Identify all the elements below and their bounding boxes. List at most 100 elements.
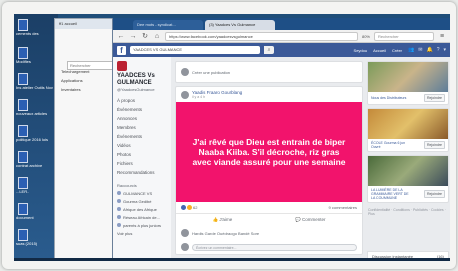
desktop-icon[interactable]: document [16,202,56,228]
post-time: il y a 4 h [192,95,206,99]
page-title[interactable]: YAADCES Vs GULMANCE [117,73,167,87]
home-link[interactable]: Accueil [373,48,386,53]
haha-reaction-icon [187,205,192,210]
shortcut-item[interactable]: Gourma Gedibé [117,197,167,205]
page-menu-item[interactable]: Fichiers [117,159,167,168]
page-menu: À propos Évènements Annonces Membres Évé… [117,96,167,177]
document-icon [18,125,28,137]
page-menu-item[interactable]: À propos [117,96,167,105]
footer-links[interactable]: Confidentialité · Conditions · Publicité… [367,206,449,218]
forward-icon[interactable]: → [129,33,137,40]
reload-icon[interactable]: ↻ [141,32,149,40]
comments-count[interactable]: 9 commentaires [329,205,357,210]
page-menu-item[interactable]: Membres [117,123,167,132]
desktop-icon[interactable]: Modifies [16,46,56,72]
see-more-label: Voir plus [117,230,133,236]
navigation-bar: ← → ↻ ⌂ https://www.facebook.com/yaadces… [113,30,450,43]
group-icon [117,199,121,203]
create-link[interactable]: Créer [392,48,402,53]
comment-label: Commenter [302,217,326,222]
desktop-icon-label: document [16,215,34,220]
like-label: J'aime [219,217,233,222]
suggestion-card: LA LUMIÈRE DE LA GRAMMAIRE VERT DE LA CO… [367,155,449,203]
suggestion-image[interactable] [368,109,448,139]
post-text: J'ai rêvé que Dieu est entrain de biper … [192,137,346,167]
desktop-icon[interactable]: contrat archive [16,150,56,176]
page-menu-item[interactable]: Vidéos [117,141,167,150]
page-menu-item[interactable]: Annonces [117,114,167,123]
comment-button[interactable]: 💬 Commenter [295,217,325,223]
chevron-down-icon[interactable]: ▾ [443,47,446,53]
suggestion-name[interactable]: LA LUMIÈRE DE LA GRAMMAIRE VERT DE LA CO… [371,188,413,200]
document-icon [18,47,28,59]
facebook-logo[interactable]: f [117,45,126,55]
shortcut-item[interactable]: Réseau Africain de... [117,213,167,221]
url-bar[interactable]: https://www.facebook.com/yaadcesvsgulman… [165,31,358,41]
desktop-icon[interactable]: ...LER.. [16,176,56,202]
document-icon [18,19,28,31]
suggestion-card: ÉCOLE Gourma 6 jun Ouvré Rejoindre [367,108,449,152]
browser-search-input[interactable]: Rechercher [374,31,434,41]
notifications-icon[interactable]: 🔔 [426,47,432,53]
profile-link[interactable]: Seydou [354,48,368,53]
join-button[interactable]: Rejoindre [424,190,445,198]
browser-tab-active[interactable]: (3) Yaadces Vs Gulmance [205,20,275,30]
suggestion-name[interactable]: Nous des Distributeurs [371,96,413,100]
join-button[interactable]: Rejoindre [424,94,445,102]
browser-window: Dee mots - syndicat... (3) Yaadces Vs Gu… [112,18,450,261]
desktop-icon-label: nouveaux articles [16,111,48,116]
desktop-icon[interactable]: nouveaux articles [16,98,56,124]
like-reaction-icon [181,205,186,210]
see-more-link[interactable]: Voir plus [117,229,167,237]
document-icon [18,99,28,111]
comment-author[interactable]: Hardis Garde Ouédraogo Bandé Sore [192,231,259,236]
join-button[interactable]: Rejoindre [424,141,445,149]
suggestion-image[interactable] [368,62,448,92]
desktop-icon-label: politique 2016 lois [16,137,49,142]
desktop-icon[interactable]: politique 2016 lois [16,124,56,150]
avatar [181,243,189,251]
desktop-icon-label: cements des [16,31,39,36]
page-menu-item[interactable]: Recommandations [117,168,167,177]
facebook-search-input[interactable]: YAADCES VS GULMANCE [130,46,260,54]
post-card: Yaadis Fraaro Gourblang il y a 4 h J'ai … [175,86,363,255]
avatar [181,68,189,76]
messenger-icon[interactable]: ✉ [418,47,422,53]
composer-prompt[interactable]: Créer une publication [192,70,230,75]
search-icon[interactable]: ⌕ [264,46,274,54]
desktop-icon-label: suas (2015) [16,241,38,246]
fb-icons: 👥 ✉ 🔔 ? ▾ [408,47,446,53]
desktop-icon[interactable]: suas (2015) [16,228,56,254]
document-icon [18,203,28,215]
suggestion-image[interactable] [368,156,448,186]
facebook-content: YAADCES Vs GULMANCE @YaadcesGulmance À p… [113,57,450,261]
shortcut-label: Gourma Gedibé [123,198,152,204]
comment-input[interactable]: Écrivez un commentaire... [192,243,357,251]
desktop-icon-label: Modifies [16,59,31,64]
shortcut-item[interactable]: Afrique des Afrique [117,205,167,213]
friends-icon[interactable]: 👥 [408,47,414,53]
back-icon[interactable]: ← [117,33,125,40]
post-author-avatar[interactable] [181,90,189,99]
page-menu-item[interactable]: Évènements [117,105,167,114]
page-avatar[interactable] [117,61,127,71]
tab-bar: Dee mots - syndicat... (3) Yaadces Vs Gu… [113,18,450,30]
shortcut-label: Réseau Africain de... [123,214,160,220]
page-menu-item[interactable]: Photos [117,150,167,159]
shortcut-item[interactable]: parents à plus juniors [117,221,167,229]
menu-icon[interactable]: ≡ [438,33,446,40]
suggestion-name[interactable]: ÉCOLE Gourma 6 jun Ouvré [371,141,413,149]
group-icon [117,215,121,219]
shortcut-item[interactable]: GULMANCE VS [117,189,167,197]
browser-tab[interactable]: Dee mots - syndicat... [133,20,203,30]
reaction-summary: 62 9 commentaires [176,202,362,214]
page-menu-item[interactable]: Événements [117,132,167,141]
desktop-icon[interactable]: Ins atelier Outils Nov [16,72,56,98]
help-icon[interactable]: ? [437,47,440,53]
like-button[interactable]: 👍 J'aime [212,217,232,223]
post-actions: 👍 J'aime 💬 Commenter [176,214,362,226]
comment-input-row: Écrivez un commentaire... [176,240,362,254]
home-icon[interactable]: ⌂ [153,33,161,40]
reaction-count[interactable]: 62 [193,205,197,210]
desktop-icon[interactable]: cements des [16,18,56,44]
